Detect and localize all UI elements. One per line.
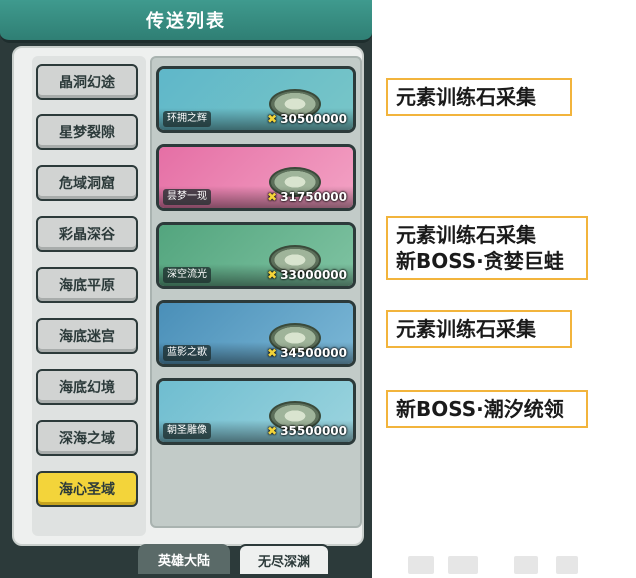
destination-card[interactable]: 蓝影之歌 ✖ 34500000: [156, 300, 356, 367]
panel-title: 传送列表: [146, 11, 226, 32]
price-value: 31750000: [280, 190, 347, 204]
tab-hero-continent[interactable]: 英雄大陆: [138, 544, 230, 574]
nav-item-7[interactable]: 深海之域: [36, 420, 138, 456]
annotation-line: 新BOSS·贪婪巨蛙: [396, 249, 564, 273]
destination-price: ✖ 33000000: [266, 267, 347, 283]
annotation-line: 元素训练石采集: [396, 223, 536, 247]
tab-endless-abyss[interactable]: 无尽深渊: [238, 544, 330, 574]
blurred-mark: [408, 556, 434, 574]
annotation-2: 元素训练石采集 新BOSS·贪婪巨蛙: [386, 216, 588, 280]
teleport-panel: 传送列表 晶洞幻途 星梦裂隙 危域洞窟 彩晶深谷 海底平原 海底迷宫 海底幻境 …: [0, 0, 372, 578]
nav-item-1[interactable]: 星梦裂隙: [36, 114, 138, 150]
nav-item-5[interactable]: 海底迷宫: [36, 318, 138, 354]
nav-item-6[interactable]: 海底幻境: [36, 369, 138, 405]
nav-item-2[interactable]: 危域洞窟: [36, 165, 138, 201]
annotation-line: 元素训练石采集: [396, 317, 536, 341]
destination-card[interactable]: 环拥之辉 ✖ 30500000: [156, 66, 356, 133]
annotation-line: 新BOSS·潮汐统领: [396, 397, 564, 421]
annotation-3: 元素训练石采集: [386, 310, 572, 348]
coin-icon: ✖: [267, 424, 278, 438]
panel-body: 晶洞幻途 星梦裂隙 危域洞窟 彩晶深谷 海底平原 海底迷宫 海底幻境 深海之域 …: [12, 46, 364, 546]
coin-icon: ✖: [267, 112, 278, 126]
blurred-mark: [514, 556, 538, 574]
destination-price: ✖ 34500000: [266, 345, 347, 361]
blurred-mark: [556, 556, 578, 574]
nav-item-3[interactable]: 彩晶深谷: [36, 216, 138, 252]
destination-card[interactable]: 朝圣雕像 ✖ 35500000: [156, 378, 356, 445]
price-value: 35500000: [280, 424, 347, 438]
coin-icon: ✖: [267, 190, 278, 204]
coin-icon: ✖: [267, 346, 278, 360]
annotation-line: 元素训练石采集: [396, 85, 536, 109]
destination-list: 环拥之辉 ✖ 30500000 昙梦一现 ✖ 31750000 深空流光 ✖ 3300…: [150, 56, 362, 528]
destination-name: 环拥之辉: [163, 111, 211, 127]
nav-label: 海底平原: [59, 278, 115, 294]
nav-item-0[interactable]: 晶洞幻途: [36, 64, 138, 100]
blurred-mark: [448, 556, 478, 574]
destination-name: 朝圣雕像: [163, 423, 211, 439]
destination-name: 蓝影之歌: [163, 345, 211, 361]
annotation-4: 新BOSS·潮汐统领: [386, 390, 588, 428]
nav-label: 深海之域: [59, 431, 115, 447]
destination-card[interactable]: 昙梦一现 ✖ 31750000: [156, 144, 356, 211]
destination-name: 深空流光: [163, 267, 211, 283]
nav-label: 晶洞幻途: [59, 75, 115, 91]
nav-label: 海底幻境: [59, 380, 115, 396]
coin-icon: ✖: [267, 268, 278, 282]
destination-price: ✖ 31750000: [266, 189, 347, 205]
title-bar: 传送列表: [0, 0, 372, 43]
annotation-1: 元素训练石采集: [386, 78, 572, 116]
nav-item-4[interactable]: 海底平原: [36, 267, 138, 303]
nav-item-8-active[interactable]: 海心圣域: [36, 471, 138, 507]
nav-label: 海心圣域: [59, 482, 115, 498]
price-value: 33000000: [280, 268, 347, 282]
destination-price: ✖ 30500000: [266, 111, 347, 127]
nav-label: 星梦裂隙: [59, 125, 115, 141]
nav-label: 海底迷宫: [59, 329, 115, 345]
nav-label: 危域洞窟: [59, 176, 115, 192]
nav-label: 彩晶深谷: [59, 227, 115, 243]
destination-card[interactable]: 深空流光 ✖ 33000000: [156, 222, 356, 289]
destination-name: 昙梦一现: [163, 189, 211, 205]
region-nav: 晶洞幻途 星梦裂隙 危域洞窟 彩晶深谷 海底平原 海底迷宫 海底幻境 深海之域 …: [32, 56, 146, 536]
price-value: 34500000: [280, 346, 347, 360]
destination-price: ✖ 35500000: [266, 423, 347, 439]
price-value: 30500000: [280, 112, 347, 126]
